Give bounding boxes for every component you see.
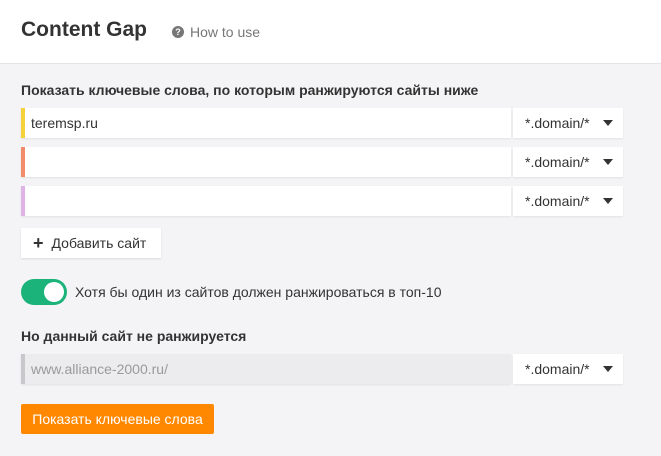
show-keywords-button[interactable]: Показать ключевые слова [21,404,214,434]
top10-toggle[interactable] [21,279,67,305]
how-to-use-label: How to use [190,24,261,40]
chevron-down-icon [603,198,613,204]
exclude-section-label: Но данный сайт не ранжируется [21,328,247,344]
site-input-3[interactable] [21,186,511,216]
sites-section-label: Показать ключевые слова, по которым ранж… [21,82,479,98]
chevron-down-icon [603,366,613,372]
top10-toggle-label: Хотя бы один из сайтов должен ранжироват… [75,284,442,300]
header: Content Gap ? How to use [0,0,661,64]
site-row-1: teremsp.ru *.domain/* [21,108,623,138]
page-title: Content Gap [21,18,147,41]
plus-icon: + [33,233,44,253]
site-mode-value-1: *.domain/* [525,115,590,131]
exclude-row: www.alliance-2000.ru/ *.domain/* [21,354,623,384]
exclude-mode-select[interactable]: *.domain/* [513,354,623,384]
site-mode-value-2: *.domain/* [525,154,590,170]
toggle-knob [44,282,64,302]
site-input-2[interactable] [21,147,511,177]
site-mode-select-1[interactable]: *.domain/* [513,108,623,138]
site-mode-value-3: *.domain/* [525,193,590,209]
exclude-mode-value: *.domain/* [525,361,590,377]
how-to-use-link[interactable]: ? How to use [172,24,260,40]
site-row-2: *.domain/* [21,147,623,177]
site-mode-select-2[interactable]: *.domain/* [513,147,623,177]
exclude-site-input[interactable]: www.alliance-2000.ru/ [21,354,511,384]
site-row-3: *.domain/* [21,186,623,216]
site-input-1[interactable]: teremsp.ru [21,108,511,138]
site-input-1-value: teremsp.ru [31,115,98,131]
chevron-down-icon [603,159,613,165]
top10-toggle-row: Хотя бы один из сайтов должен ранжироват… [21,279,441,305]
chevron-down-icon [603,120,613,126]
help-icon: ? [172,26,184,38]
add-site-button[interactable]: + Добавить сайт [21,228,161,258]
exclude-site-placeholder: www.alliance-2000.ru/ [31,361,168,377]
add-site-label: Добавить сайт [51,235,147,251]
site-mode-select-3[interactable]: *.domain/* [513,186,623,216]
